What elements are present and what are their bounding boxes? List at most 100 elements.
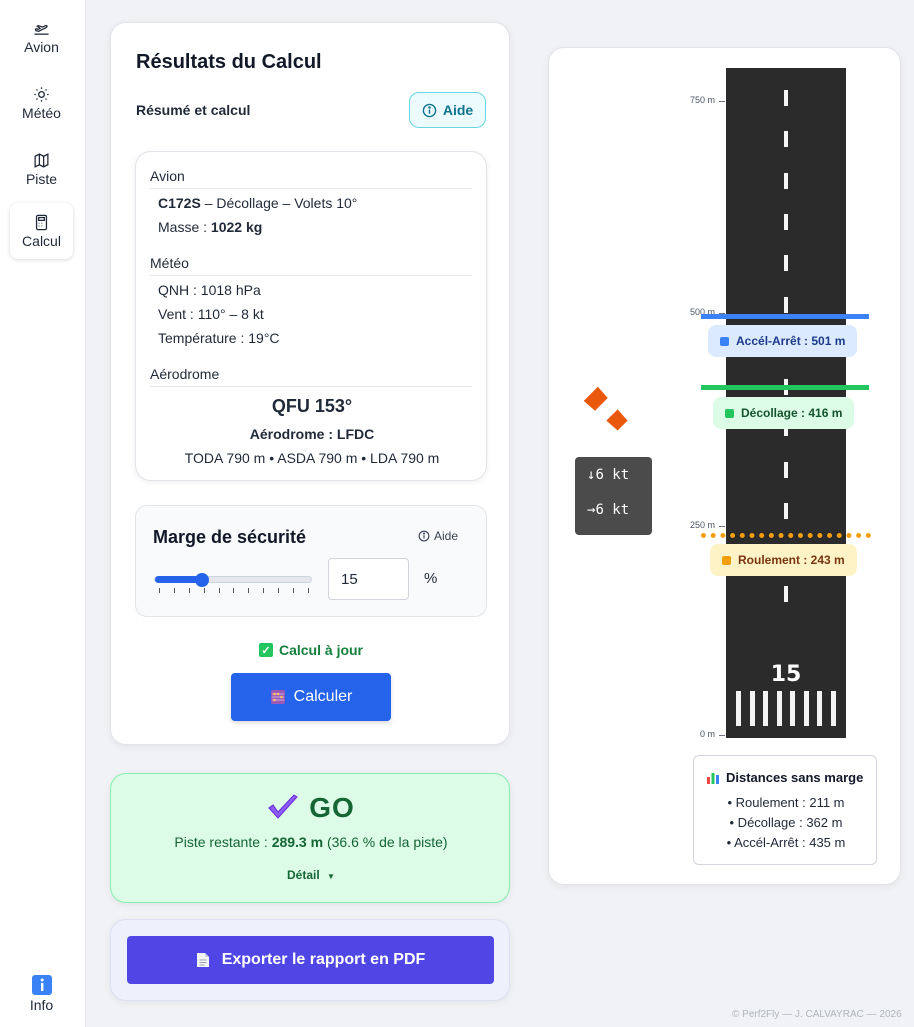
sidebar-item-label: Calcul (22, 232, 61, 249)
verdict: GO (111, 792, 511, 824)
centerline-dash (784, 213, 788, 230)
slider-ticks (159, 588, 309, 594)
centerline-dash (784, 172, 788, 189)
safety-margin-help-label: Aide (434, 529, 459, 543)
sun-icon (34, 86, 49, 102)
centerline-dash (784, 255, 788, 272)
sidebar-item-avion[interactable]: Avion (10, 9, 73, 65)
safety-margin-title: Marge de sécurité (153, 527, 307, 547)
check-icon: ✓ (258, 643, 273, 657)
qfu-value: QFU 153° (271, 396, 353, 416)
info-icon (31, 975, 52, 995)
centerline-dash (784, 90, 788, 106)
legend-item-takeoff: • Décollage : 362 m (729, 815, 843, 830)
calculate-button-label: Calculer (293, 688, 353, 705)
takeoff-line (701, 385, 869, 390)
remaining-label: Piste restante : (174, 834, 272, 850)
footer: © Perf2Fly — J. CALVAYRAC — 2026 (732, 1009, 902, 1020)
safety-margin-help[interactable]: Aide (418, 529, 458, 543)
ground-roll-swatch (722, 555, 731, 565)
aerodrome-code: Aérodrome : LFDC (249, 426, 375, 442)
takeoff-badge: Décollage : 416 m (713, 397, 855, 429)
runway-number: 15 (770, 662, 802, 687)
verdict-label: GO (309, 792, 355, 823)
aircraft-config: – Décollage – Volets 10° (200, 195, 358, 211)
scale-tick (719, 735, 725, 736)
calculate-button[interactable]: Calculer (231, 673, 391, 721)
export-card: Exporter le rapport en PDF (110, 919, 510, 1001)
legend-item-accel-stop: • Accél-Arrêt : 435 m (726, 835, 846, 850)
results-subtitle: Résumé et calcul (136, 102, 251, 118)
detail-label: Détail (287, 868, 320, 882)
sidebar: Avion Météo Piste Calcul Info (0, 0, 86, 1027)
decision-card: GO Piste restante : 289.3 m (36.6 % de l… (110, 773, 510, 903)
remaining-percent: (36.6 % de la piste) (323, 834, 448, 850)
help-button[interactable]: Aide (409, 92, 486, 128)
headwind-component: ↓6 kt (587, 467, 629, 483)
safety-margin-panel: Marge de sécurité Aide 15 % (135, 505, 487, 617)
calc-status-label: Calcul à jour (278, 642, 364, 658)
ground-roll-badge: Roulement : 243 m (710, 544, 857, 576)
summary-panel: Avion C172S – Décollage – Volets 10° Mas… (135, 151, 487, 481)
aerodrome-section-title: Aérodrome (150, 366, 472, 387)
centerline-dash (784, 585, 788, 602)
accelerate-stop-badge: Accél-Arrêt : 501 m (708, 325, 858, 357)
accelerate-stop-label: Accél-Arrêt : 501 m (736, 334, 846, 348)
remaining-runway: Piste restante : 289.3 m (36.6 % de la p… (111, 834, 511, 850)
scale-label-250: 250 m (689, 520, 715, 530)
export-pdf-button[interactable]: Exporter le rapport en PDF (127, 936, 494, 984)
bar-chart-icon (707, 772, 719, 784)
declared-distances: TODA 790 m • ASDA 790 m • LDA 790 m (184, 450, 440, 466)
crosswind-component: →6 kt (587, 502, 629, 518)
wind-components: ↓6 kt →6 kt (575, 457, 652, 535)
weather-section-title: Météo (150, 255, 472, 276)
distances-legend: Distances sans marge • Roulement : 211 m… (693, 755, 877, 865)
ground-roll-line (701, 533, 871, 538)
detail-toggle[interactable]: Détail ▼ (111, 868, 511, 882)
sidebar-item-piste[interactable]: Piste (10, 141, 73, 197)
scale-label-750: 750 m (689, 95, 715, 105)
aircraft-model: C172S (158, 195, 201, 211)
legend-title: Distances sans marge (706, 770, 863, 785)
scale-label-0: 0 m (699, 729, 715, 739)
centerline-dash (784, 131, 788, 148)
caret-down-icon: ▼ (327, 872, 335, 881)
margin-unit: % (424, 570, 438, 587)
runway-card: 15 750 m 500 m 250 m 0 m Accél-Arrêt : 5… (548, 47, 901, 885)
takeoff-swatch (725, 408, 734, 418)
sidebar-item-meteo[interactable]: Météo (10, 75, 73, 131)
checkmark-icon (268, 794, 298, 819)
sidebar-item-label: Piste (25, 170, 58, 187)
sidebar-item-info[interactable]: Info (10, 972, 73, 1016)
scale-tick (719, 101, 725, 102)
takeoff-label: Décollage : 416 m (741, 406, 843, 420)
wind-line: Vent : 110° – 8 kt (158, 306, 264, 322)
info-circle-icon (422, 103, 437, 117)
margin-slider-thumb[interactable] (194, 573, 209, 587)
calc-status: ✓ Calcul à jour (111, 642, 511, 658)
sidebar-item-label: Météo (22, 104, 61, 121)
sidebar-item-label: Avion (24, 38, 59, 55)
centerline-dash (784, 503, 788, 519)
results-card: Résultats du Calcul Résumé et calcul Aid… (110, 22, 510, 745)
margin-slider[interactable] (154, 573, 312, 587)
calculator-icon (35, 214, 48, 230)
mass-label: Masse : (158, 219, 211, 235)
remaining-value: 289.3 m (271, 834, 324, 850)
accelerate-stop-swatch (720, 336, 729, 346)
threshold-markings (736, 691, 836, 726)
windsock-icon (583, 386, 638, 441)
mass-line: Masse : 1022 kg (158, 219, 262, 235)
mass-value: 1022 kg (210, 219, 263, 235)
centerline-dash (784, 461, 788, 478)
info-label: Info (29, 997, 54, 1013)
centerline-dash (784, 296, 788, 313)
plane-takeoff-icon (34, 24, 49, 35)
aircraft-section-title: Avion (150, 168, 472, 189)
sidebar-item-calcul[interactable]: Calcul (10, 203, 73, 259)
document-icon (196, 953, 209, 967)
export-pdf-label: Exporter le rapport en PDF (221, 951, 426, 968)
headwind-value: 6 kt (595, 467, 630, 483)
margin-input[interactable]: 15 (328, 558, 409, 600)
ground-roll-label: Roulement : 243 m (738, 553, 845, 567)
